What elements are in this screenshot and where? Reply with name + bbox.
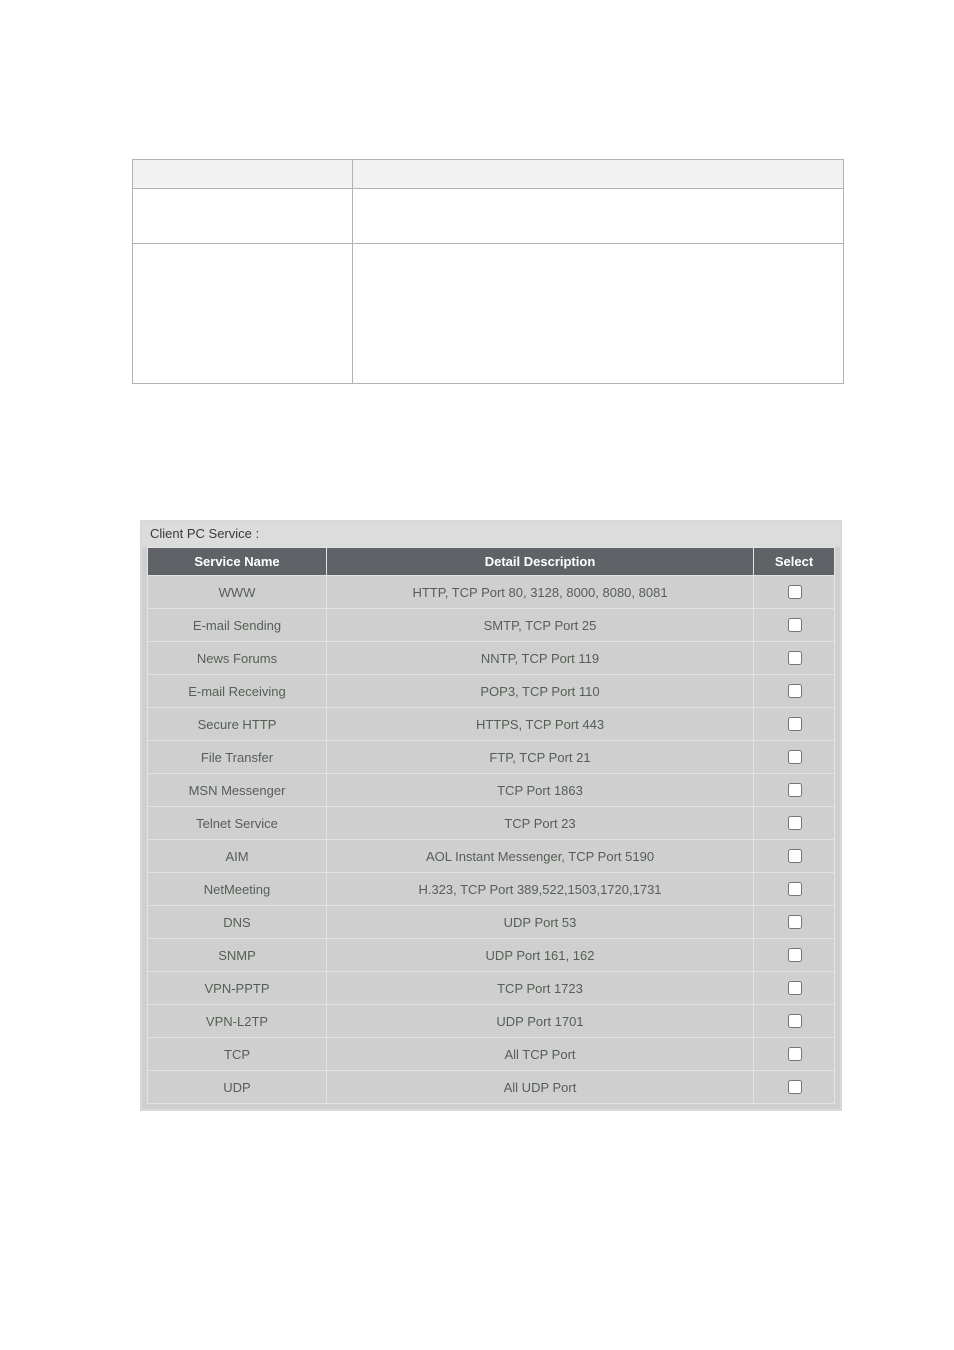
header-detail-description: Detail Description	[327, 548, 754, 576]
service-row: DNSUDP Port 53	[148, 906, 835, 939]
service-desc-cell: All UDP Port	[327, 1071, 754, 1104]
upper-empty-table	[132, 159, 844, 384]
service-select-cell	[754, 1038, 835, 1071]
service-name-cell: MSN Messenger	[148, 774, 327, 807]
service-select-cell	[754, 708, 835, 741]
service-row: News ForumsNNTP, TCP Port 119	[148, 642, 835, 675]
service-select-cell	[754, 675, 835, 708]
service-name-cell: News Forums	[148, 642, 327, 675]
service-select-checkbox[interactable]	[788, 717, 802, 731]
service-desc-cell: UDP Port 53	[327, 906, 754, 939]
table-header-row	[133, 160, 844, 189]
client-pc-service-table: Service Name Detail Description Select W…	[147, 547, 835, 1104]
service-row: E-mail ReceivingPOP3, TCP Port 110	[148, 675, 835, 708]
client-pc-service-block: Client PC Service : Service Name Detail …	[140, 520, 842, 1111]
service-select-cell	[754, 1071, 835, 1104]
service-select-cell	[754, 873, 835, 906]
service-row: MSN MessengerTCP Port 1863	[148, 774, 835, 807]
service-select-checkbox[interactable]	[788, 783, 802, 797]
service-name-cell: NetMeeting	[148, 873, 327, 906]
service-select-checkbox[interactable]	[788, 1080, 802, 1094]
table-header-cell	[353, 160, 844, 189]
service-name-cell: UDP	[148, 1071, 327, 1104]
service-select-checkbox[interactable]	[788, 684, 802, 698]
service-desc-cell: FTP, TCP Port 21	[327, 741, 754, 774]
service-name-cell: DNS	[148, 906, 327, 939]
client-pc-service-legend: Client PC Service :	[142, 522, 840, 547]
service-desc-cell: TCP Port 1723	[327, 972, 754, 1005]
service-select-checkbox[interactable]	[788, 1047, 802, 1061]
service-select-checkbox[interactable]	[788, 750, 802, 764]
service-desc-cell: NNTP, TCP Port 119	[327, 642, 754, 675]
service-row: AIMAOL Instant Messenger, TCP Port 5190	[148, 840, 835, 873]
service-row: Secure HTTPHTTPS, TCP Port 443	[148, 708, 835, 741]
service-row: UDPAll UDP Port	[148, 1071, 835, 1104]
service-select-checkbox[interactable]	[788, 849, 802, 863]
service-name-cell: WWW	[148, 576, 327, 609]
service-name-cell: VPN-L2TP	[148, 1005, 327, 1038]
service-name-cell: Secure HTTP	[148, 708, 327, 741]
service-row: E-mail SendingSMTP, TCP Port 25	[148, 609, 835, 642]
service-desc-cell: POP3, TCP Port 110	[327, 675, 754, 708]
service-select-cell	[754, 774, 835, 807]
service-select-cell	[754, 642, 835, 675]
service-select-cell	[754, 840, 835, 873]
service-desc-cell: SMTP, TCP Port 25	[327, 609, 754, 642]
service-row: VPN-PPTPTCP Port 1723	[148, 972, 835, 1005]
service-select-checkbox[interactable]	[788, 651, 802, 665]
service-row: NetMeetingH.323, TCP Port 389,522,1503,1…	[148, 873, 835, 906]
service-select-checkbox[interactable]	[788, 816, 802, 830]
service-desc-cell: UDP Port 161, 162	[327, 939, 754, 972]
service-row: SNMPUDP Port 161, 162	[148, 939, 835, 972]
service-desc-cell: TCP Port 1863	[327, 774, 754, 807]
service-select-checkbox[interactable]	[788, 981, 802, 995]
table-cell	[133, 244, 353, 384]
service-table-header-row: Service Name Detail Description Select	[148, 548, 835, 576]
service-select-cell	[754, 906, 835, 939]
header-select: Select	[754, 548, 835, 576]
service-desc-cell: H.323, TCP Port 389,522,1503,1720,1731	[327, 873, 754, 906]
table-cell	[353, 244, 844, 384]
service-select-cell	[754, 741, 835, 774]
service-select-checkbox[interactable]	[788, 585, 802, 599]
service-name-cell: E-mail Sending	[148, 609, 327, 642]
service-select-checkbox[interactable]	[788, 1014, 802, 1028]
service-desc-cell: HTTP, TCP Port 80, 3128, 8000, 8080, 808…	[327, 576, 754, 609]
service-desc-cell: AOL Instant Messenger, TCP Port 5190	[327, 840, 754, 873]
service-row: Telnet ServiceTCP Port 23	[148, 807, 835, 840]
service-desc-cell: HTTPS, TCP Port 443	[327, 708, 754, 741]
service-select-checkbox[interactable]	[788, 948, 802, 962]
service-select-checkbox[interactable]	[788, 882, 802, 896]
service-select-cell	[754, 609, 835, 642]
table-row	[133, 244, 844, 384]
service-row: VPN-L2TPUDP Port 1701	[148, 1005, 835, 1038]
service-select-cell	[754, 1005, 835, 1038]
table-header-cell	[133, 160, 353, 189]
service-desc-cell: All TCP Port	[327, 1038, 754, 1071]
service-desc-cell: TCP Port 23	[327, 807, 754, 840]
service-select-cell	[754, 576, 835, 609]
service-select-cell	[754, 939, 835, 972]
header-service-name: Service Name	[148, 548, 327, 576]
service-desc-cell: UDP Port 1701	[327, 1005, 754, 1038]
service-name-cell: TCP	[148, 1038, 327, 1071]
service-name-cell: VPN-PPTP	[148, 972, 327, 1005]
service-select-checkbox[interactable]	[788, 915, 802, 929]
service-name-cell: File Transfer	[148, 741, 327, 774]
service-select-checkbox[interactable]	[788, 618, 802, 632]
service-select-cell	[754, 807, 835, 840]
service-row: TCPAll TCP Port	[148, 1038, 835, 1071]
service-row: WWWHTTP, TCP Port 80, 3128, 8000, 8080, …	[148, 576, 835, 609]
service-name-cell: E-mail Receiving	[148, 675, 327, 708]
table-row	[133, 189, 844, 244]
service-name-cell: AIM	[148, 840, 327, 873]
service-name-cell: SNMP	[148, 939, 327, 972]
service-row: File TransferFTP, TCP Port 21	[148, 741, 835, 774]
table-cell	[353, 189, 844, 244]
table-cell	[133, 189, 353, 244]
service-select-cell	[754, 972, 835, 1005]
service-name-cell: Telnet Service	[148, 807, 327, 840]
